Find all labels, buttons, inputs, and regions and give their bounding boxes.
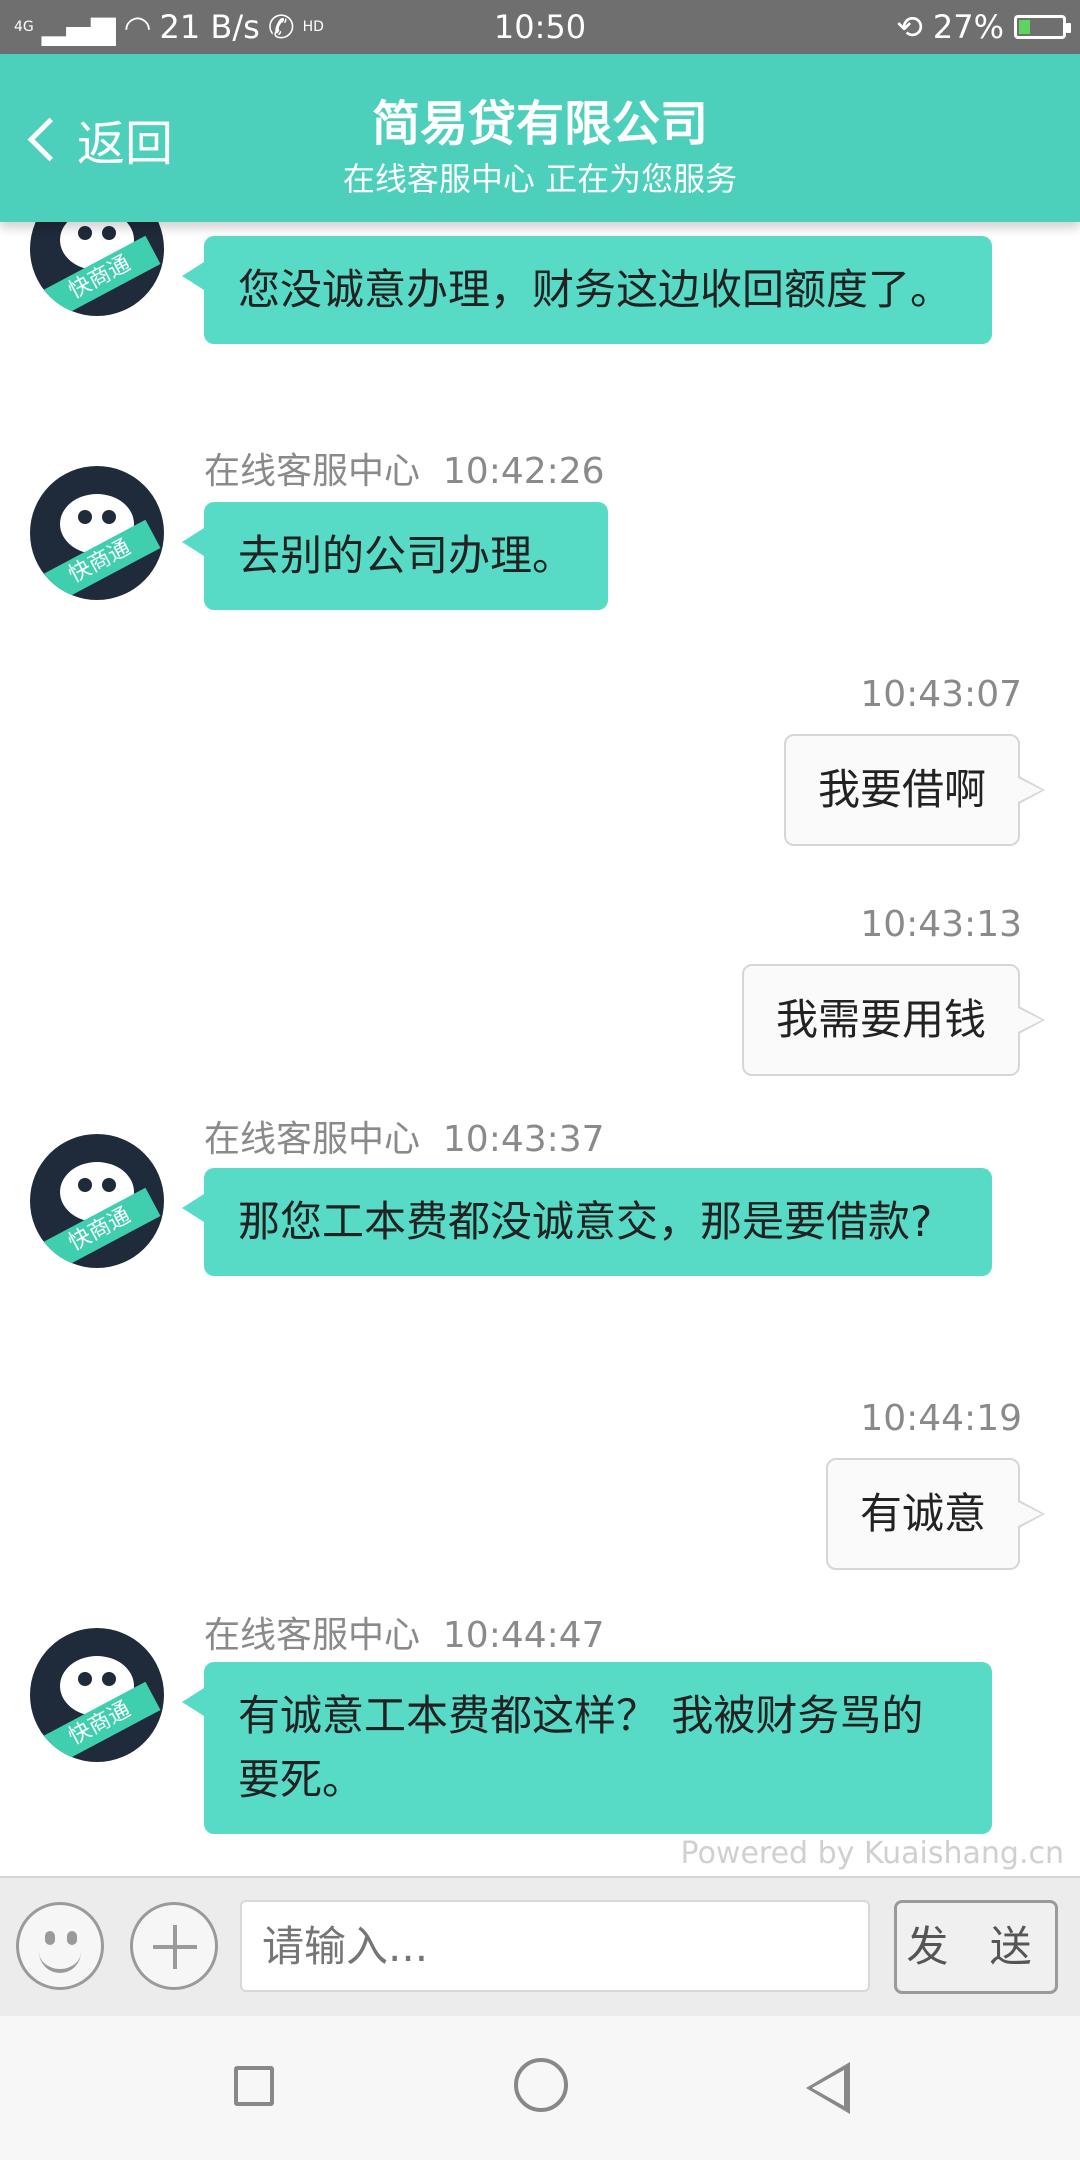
sender-name: 在线客服中心 <box>204 451 421 492</box>
page-subtitle: 在线客服中心 正在为您服务 <box>342 160 738 198</box>
sender-name: 在线客服中心 <box>204 1615 421 1656</box>
outgoing-message-bubble[interactable]: 我需要用钱 <box>741 964 1046 1076</box>
message-time: 10:44:19 <box>860 1398 1022 1439</box>
chat-message-list[interactable]: 快商通 您没诚意办理，财务这边收回额度了。 在线客服中心 10:42:26 快商… <box>0 222 1080 1878</box>
incoming-message-bubble[interactable]: 去别的公司办理。 <box>181 502 609 610</box>
status-right: ⟲ 27% <box>896 8 1071 46</box>
agent-avatar: 快商通 <box>30 1134 164 1268</box>
battery-percent: 27% <box>932 8 1004 46</box>
chat-header: 返回 简易贷有限公司 在线客服中心 正在为您服务 <box>0 54 1080 222</box>
rotation-lock-icon: ⟲ <box>896 8 923 46</box>
sender-name: 在线客服中心 <box>204 1119 421 1160</box>
home-icon[interactable] <box>514 2058 568 2112</box>
nav-back-icon[interactable] <box>806 2062 850 2114</box>
message-time: 10:44:47 <box>442 1615 605 1656</box>
emoji-button[interactable] <box>16 1902 104 1990</box>
battery-fill <box>1019 20 1031 34</box>
message-meta: 在线客服中心 10:43:37 <box>204 1110 605 1162</box>
message-time: 10:43:07 <box>860 674 1022 715</box>
agent-avatar: 快商通 <box>30 466 164 600</box>
status-bar: 4G ▂▄▆ ◠ 21 B/s ✆ HD 10:50 ⟲ 27% <box>0 0 1080 54</box>
emoji-icon <box>45 1931 55 1945</box>
page-title: 简易贷有限公司 <box>371 96 708 152</box>
agent-avatar: 快商通 <box>30 1628 164 1762</box>
agent-avatar: 快商通 <box>30 222 164 316</box>
message-input[interactable] <box>240 1900 870 1992</box>
input-bar: 发 送 <box>0 1876 1080 2018</box>
message-meta: 在线客服中心 10:42:26 <box>204 442 605 494</box>
message-time: 10:42:26 <box>442 451 605 492</box>
recents-icon[interactable] <box>234 2066 274 2106</box>
outgoing-message-bubble[interactable]: 有诚意 <box>825 1458 1046 1570</box>
powered-by-footer[interactable]: Powered by Kuaishang.cn <box>681 1836 1064 1871</box>
send-button[interactable]: 发 送 <box>894 1900 1058 1994</box>
system-nav-bar <box>0 2016 1080 2160</box>
message-time: 10:43:37 <box>442 1119 605 1160</box>
incoming-message-bubble[interactable]: 有诚意工本费都这样？ 我被财务骂的要死。 <box>182 1662 992 1834</box>
incoming-message-bubble[interactable]: 您没诚意办理，财务这边收回额度了。 <box>182 236 992 344</box>
outgoing-message-bubble[interactable]: 我要借啊 <box>783 734 1046 846</box>
attach-button[interactable] <box>130 1902 218 1990</box>
incoming-message-bubble[interactable]: 那您工本费都没诚意交，那是要借款? <box>182 1168 992 1276</box>
battery-icon <box>1014 15 1071 39</box>
message-time: 10:43:13 <box>860 904 1022 945</box>
message-meta: 在线客服中心 10:44:47 <box>204 1606 605 1658</box>
